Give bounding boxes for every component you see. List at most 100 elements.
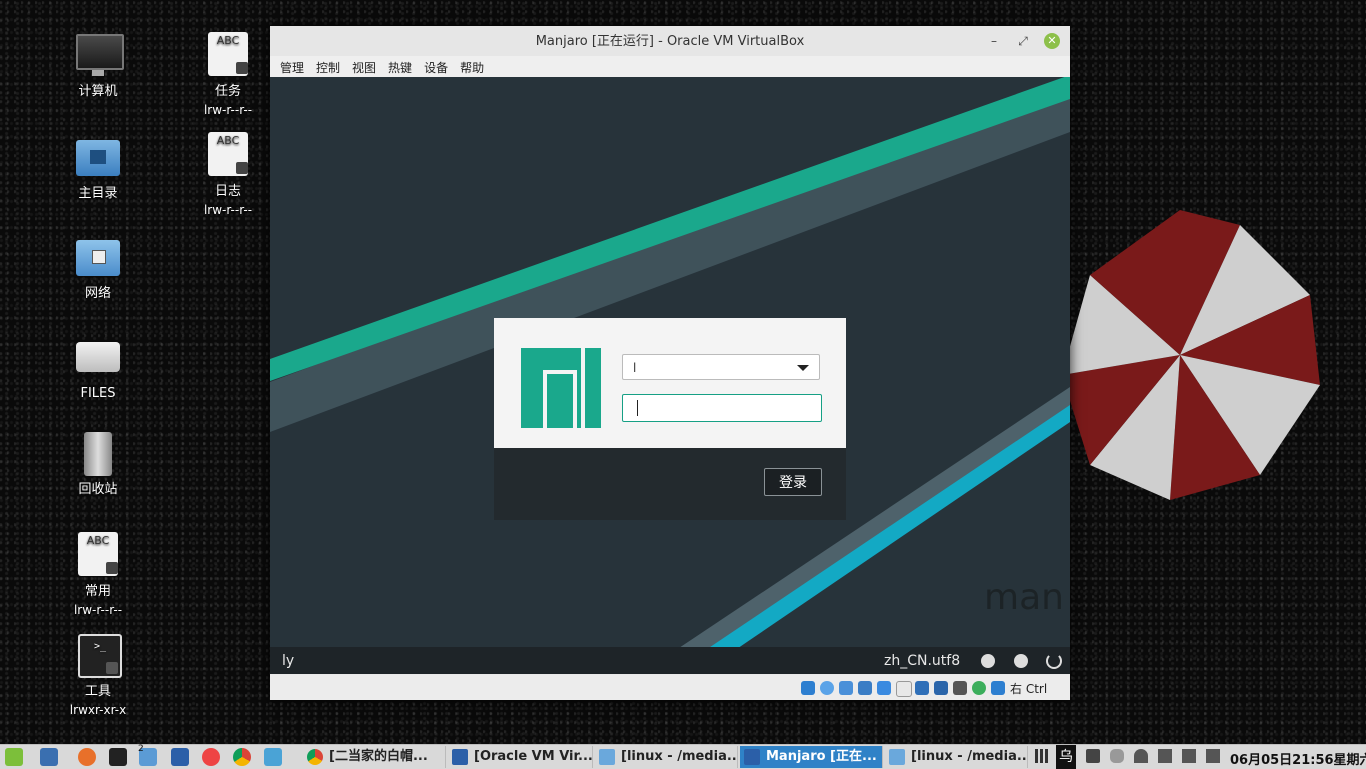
- task-files-1[interactable]: [linux - /media...: [595, 746, 738, 768]
- desktop-icon-label: 日志: [214, 184, 241, 199]
- text-document-link-icon: ABC: [204, 32, 252, 80]
- workspace-grid-icon[interactable]: [1035, 749, 1049, 763]
- folder-icon: [889, 749, 905, 765]
- battery-icon[interactable]: [1206, 749, 1220, 763]
- trash-icon: [74, 430, 122, 478]
- login-button[interactable]: 登录: [764, 468, 822, 496]
- keyboard-layout-icon[interactable]: [981, 654, 995, 668]
- display-icon[interactable]: [915, 681, 929, 695]
- wifi-icon[interactable]: [1134, 749, 1148, 763]
- home-folder-icon: [74, 134, 122, 182]
- window-title: Manjaro [正在运行] - Oracle VM VirtualBox: [535, 34, 805, 49]
- virtualbox-window: Manjaro [正在运行] - Oracle VM VirtualBox – …: [270, 26, 1070, 700]
- desktop-icon-label: 网络: [84, 286, 111, 301]
- guest-screen[interactable]: man l 登录 ly zh_CN.utf8: [270, 77, 1070, 674]
- chrome-icon: [307, 749, 323, 765]
- login-actions-area: 登录: [494, 448, 846, 520]
- network-adapter-icon[interactable]: [858, 681, 872, 695]
- folder-icon: [599, 749, 615, 765]
- user-select-value: l: [633, 361, 637, 375]
- power-icon[interactable]: [1046, 653, 1062, 669]
- keyboard-capture-icon[interactable]: [991, 681, 1005, 695]
- task-files-2[interactable]: [linux - /media...: [885, 746, 1028, 768]
- cd-icon[interactable]: [820, 681, 834, 695]
- menu-launcher-icon[interactable]: [5, 748, 23, 766]
- task-label: [二当家的白帽...: [329, 749, 428, 764]
- desktop-icon-renwu[interactable]: ABC 任务 lrw-r--r--: [183, 32, 273, 120]
- show-desktop-icon[interactable]: [40, 748, 58, 766]
- task-label: [Oracle VM Vir...: [474, 749, 593, 764]
- task-label: [linux - /media...: [621, 749, 738, 764]
- login-dialog: l 登录: [494, 318, 846, 520]
- mouse-integration-icon[interactable]: [972, 681, 986, 695]
- accessibility-icon[interactable]: [1014, 654, 1028, 668]
- drive-icon: [74, 334, 122, 382]
- desktop-icon-files[interactable]: FILES: [53, 334, 143, 403]
- task-manjaro-vm[interactable]: Manjaro [正在...: [740, 746, 883, 768]
- vt-x-icon[interactable]: [953, 681, 967, 695]
- password-field[interactable]: [622, 394, 822, 422]
- desktop-icon-label: 主目录: [78, 186, 118, 201]
- umbrella-wallpaper-logo: [1062, 210, 1320, 500]
- usb-icon[interactable]: [877, 681, 891, 695]
- desktop-icon-home[interactable]: 主目录: [53, 134, 143, 203]
- session-label[interactable]: ly: [282, 653, 294, 669]
- virtualbox-icon: [452, 749, 468, 765]
- firefox-icon[interactable]: [78, 748, 96, 766]
- manjaro-watermark: man: [984, 577, 1064, 618]
- task-chrome[interactable]: [二当家的白帽...: [303, 746, 446, 768]
- desktop-icon-changyong[interactable]: ABC 常用 lrw-r--r--: [53, 532, 143, 620]
- vbox-statusbar: 右 Ctrl: [270, 675, 1070, 700]
- menu-control[interactable]: 控制: [310, 56, 346, 76]
- close-button[interactable]: ✕: [1044, 33, 1060, 49]
- video-capture-icon[interactable]: [934, 681, 948, 695]
- menu-manage[interactable]: 管理: [274, 56, 310, 76]
- menu-devices[interactable]: 设备: [418, 56, 454, 76]
- shared-folders-icon[interactable]: [896, 681, 912, 697]
- network-icon[interactable]: [1158, 749, 1172, 763]
- locale-label[interactable]: zh_CN.utf8: [884, 653, 960, 669]
- desktop-icon-permissions: lrw-r--r--: [203, 103, 253, 117]
- volume-icon[interactable]: [1182, 749, 1196, 763]
- network-folder-icon: [74, 234, 122, 282]
- menu-help[interactable]: 帮助: [454, 56, 490, 76]
- clock[interactable]: 06月05日21:56星期六: [1230, 749, 1366, 768]
- ime-indicator[interactable]: 乌: [1056, 745, 1076, 769]
- desktop-icon-trash[interactable]: 回收站: [53, 430, 143, 499]
- desktop-icon-label: 计算机: [78, 84, 118, 99]
- system-monitor-icon[interactable]: [264, 748, 282, 766]
- virtualbox-launcher-icon[interactable]: [171, 748, 189, 766]
- vbox-menubar: 管理 控制 视图 热键 设备 帮助: [270, 56, 1070, 77]
- optical-drive-icon[interactable]: [801, 681, 815, 695]
- keyboard-icon[interactable]: [1086, 749, 1100, 763]
- java-icon[interactable]: [202, 748, 220, 766]
- maximize-button[interactable]: ⤢: [1015, 33, 1031, 49]
- desktop-icon-computer[interactable]: 计算机: [53, 32, 143, 101]
- bluetooth-icon[interactable]: [1110, 749, 1124, 763]
- login-form-area: l: [494, 318, 846, 448]
- task-virtualbox-manager[interactable]: [Oracle VM Vir...: [448, 746, 593, 768]
- chevron-down-icon: [797, 365, 809, 371]
- taskbar: 2 [二当家的白帽... [Oracle VM Vir... [linux - …: [0, 744, 1366, 769]
- desktop-icon-label: 回收站: [78, 482, 118, 497]
- menu-hotkeys[interactable]: 热键: [382, 56, 418, 76]
- manjaro-logo-icon: [521, 348, 601, 428]
- terminal-link-icon: >_: [74, 632, 122, 680]
- desktop-icon-gongju[interactable]: >_ 工具 lrwxr-xr-x: [53, 632, 143, 720]
- window-titlebar[interactable]: Manjaro [正在运行] - Oracle VM VirtualBox – …: [270, 26, 1070, 56]
- chrome-icon[interactable]: [233, 748, 251, 766]
- audio-icon[interactable]: [839, 681, 853, 695]
- workspace-badge: 2: [138, 744, 144, 754]
- desktop-icon-label: 任务: [214, 84, 241, 99]
- terminal-icon[interactable]: [109, 748, 127, 766]
- desktop-icon-rizhi[interactable]: ABC 日志 lrw-r--r--: [183, 132, 273, 220]
- desktop-icon-label: FILES: [80, 386, 116, 401]
- desktop-icon-network[interactable]: 网络: [53, 234, 143, 303]
- minimize-button[interactable]: –: [986, 33, 1002, 49]
- menu-view[interactable]: 视图: [346, 56, 382, 76]
- guest-bottom-bar: ly zh_CN.utf8: [270, 647, 1070, 674]
- text-cursor: [637, 400, 638, 416]
- user-select[interactable]: l: [622, 354, 820, 380]
- desktop-icon-permissions: lrwxr-xr-x: [69, 703, 127, 717]
- task-label: Manjaro [正在...: [766, 749, 877, 764]
